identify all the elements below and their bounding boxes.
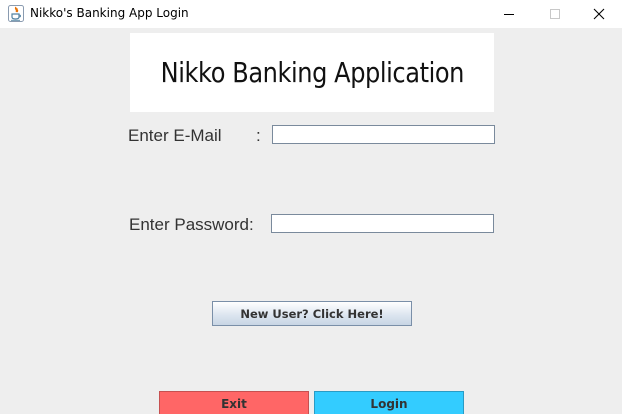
minimize-icon: [503, 5, 515, 24]
new-user-button[interactable]: New User? Click Here!: [212, 301, 412, 326]
close-icon: [593, 5, 605, 24]
app-title: Nikko Banking Application: [160, 56, 464, 89]
email-field[interactable]: [272, 125, 495, 144]
app-banner: Nikko Banking Application: [130, 33, 494, 112]
java-icon: [8, 5, 24, 22]
title-bar[interactable]: Nikko's Banking App Login: [0, 0, 622, 28]
maximize-icon: [549, 5, 561, 24]
close-button[interactable]: [576, 0, 622, 28]
maximize-button[interactable]: [532, 0, 578, 28]
login-button[interactable]: Login: [314, 391, 464, 414]
minimize-button[interactable]: [486, 0, 532, 28]
login-window: Nikko's Banking App Login Nikko Banking …: [0, 0, 622, 414]
password-field[interactable]: [271, 214, 494, 233]
exit-button[interactable]: Exit: [159, 391, 309, 414]
email-colon: :: [256, 126, 261, 145]
email-label: Enter E-Mail: [128, 126, 222, 145]
password-label: Enter Password:: [129, 215, 254, 234]
window-title: Nikko's Banking App Login: [30, 6, 189, 20]
